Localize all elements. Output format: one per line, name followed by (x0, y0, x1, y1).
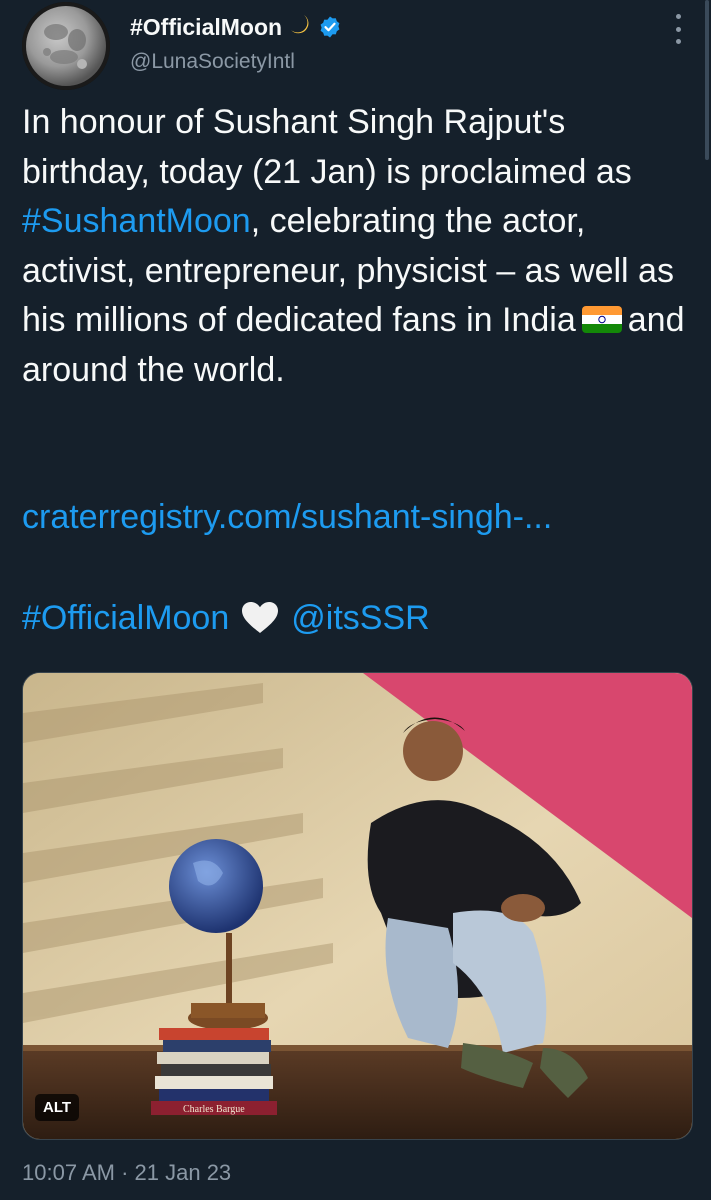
timestamp-time: 10:07 AM (22, 1160, 115, 1185)
book-spine-text: Charles Bargue (183, 1104, 245, 1115)
tweet-text-intro: In honour of Sushant Singh Rajput's birt… (22, 103, 632, 191)
hashtag-officialmoon[interactable]: #OfficialMoon (22, 599, 229, 638)
verified-badge-icon (320, 16, 340, 38)
more-options-icon[interactable] (668, 14, 688, 44)
avatar[interactable] (22, 2, 110, 90)
photo-image: Charles Bargue (23, 673, 692, 1139)
timestamp[interactable]: 10:07 AM · 21 Jan 23 (22, 1160, 231, 1186)
handle[interactable]: @LunaSocietyIntl (130, 50, 295, 74)
timestamp-date: 21 Jan 23 (134, 1160, 232, 1185)
white-heart-icon (242, 602, 279, 633)
india-flag-icon (581, 305, 622, 333)
hashtag-sushantmoon[interactable]: #SushantMoon (22, 202, 251, 240)
tweet: #OfficialMoon @LunaSocietyIntl In honour… (0, 0, 711, 1200)
tag-line: #OfficialMoon @itsSSR (22, 596, 430, 640)
crescent-moon-emoji-icon (294, 351, 336, 393)
tweet-photo[interactable]: Charles Bargue ALT (22, 672, 693, 1140)
alt-text-badge[interactable]: ALT (35, 1094, 80, 1121)
crescent-moon-icon (288, 13, 312, 41)
timestamp-separator: · (121, 1160, 129, 1185)
mention-itsssr[interactable]: @itsSSR (291, 599, 429, 638)
tweet-text: In honour of Sushant Singh Rajput's birt… (22, 98, 690, 395)
display-name[interactable]: #OfficialMoon (130, 14, 282, 41)
tweet-link[interactable]: craterregistry.com/sushant-singh-... (22, 498, 552, 537)
moon-avatar-icon (22, 2, 110, 90)
name-row: #OfficialMoon (130, 10, 342, 44)
scrollbar[interactable] (705, 0, 709, 160)
